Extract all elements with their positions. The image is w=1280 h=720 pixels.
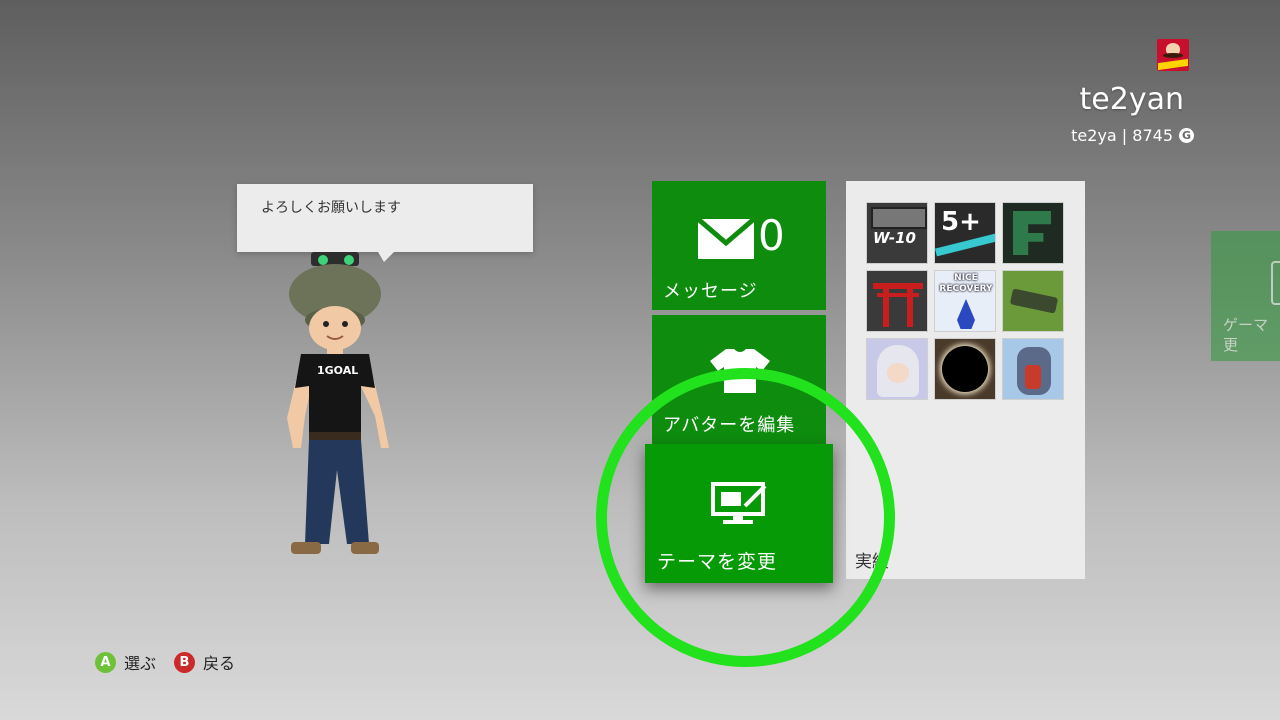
gamerscore-text: te2ya | 8745 bbox=[1071, 126, 1173, 145]
torii-badge[interactable] bbox=[866, 270, 928, 332]
status-message: よろしくお願いします bbox=[261, 200, 401, 216]
achievements-grid: W-10 5+ NICE RECOVERY bbox=[866, 202, 1064, 400]
gamer-profile-tile[interactable]: ゲーマ 更 bbox=[1211, 231, 1280, 361]
w-10-text: W-10 bbox=[873, 229, 916, 247]
envelope-icon bbox=[698, 219, 754, 259]
5-plus-badge[interactable]: 5+ bbox=[934, 202, 996, 264]
messages-tile[interactable]: メッセージ bbox=[652, 181, 826, 310]
5-plus-text: 5+ bbox=[941, 207, 981, 237]
profile-card-icon bbox=[1271, 261, 1280, 305]
gamerscore-icon: G bbox=[1179, 128, 1194, 143]
side-label-line2: 更 bbox=[1223, 336, 1239, 354]
b-hint-label: 戻る bbox=[203, 654, 236, 673]
button-hints: A 選ぶ B 戻る bbox=[95, 650, 235, 674]
svg-text:1GOAL: 1GOAL bbox=[317, 364, 358, 377]
b-button-icon: B bbox=[174, 651, 196, 673]
f-badge[interactable] bbox=[1002, 202, 1064, 264]
nice-recovery-badge[interactable]: NICE RECOVERY bbox=[934, 270, 996, 332]
a-hint-label: 選ぶ bbox=[124, 654, 157, 673]
gamerpic-brand-icon bbox=[1158, 58, 1188, 71]
messages-label: メッセージ bbox=[663, 281, 758, 302]
eclipse-badge[interactable] bbox=[934, 338, 996, 400]
gamer-profile-label: ゲーマ 更 bbox=[1223, 315, 1268, 355]
nice-recovery-text: NICE RECOVERY bbox=[939, 273, 993, 294]
gamerpic-mustache-icon bbox=[1163, 53, 1183, 58]
mecha-girl-badge[interactable] bbox=[1002, 338, 1064, 400]
highlight-ring bbox=[596, 368, 895, 667]
gamertag: te2yan bbox=[1079, 82, 1184, 117]
w-10-badge[interactable]: W-10 bbox=[866, 202, 928, 264]
a-button-icon: A bbox=[95, 651, 116, 673]
profile-subline: te2ya | 8745 G bbox=[1071, 126, 1194, 145]
message-count: 0 bbox=[758, 211, 785, 260]
gamerpic bbox=[1157, 39, 1189, 71]
tank-badge[interactable] bbox=[1002, 270, 1064, 332]
side-label-line1: ゲーマ bbox=[1223, 316, 1269, 334]
status-bubble: よろしくお願いします bbox=[237, 184, 533, 252]
anime-girl-badge[interactable] bbox=[866, 338, 928, 400]
avatar: 1GOAL bbox=[287, 252, 389, 554]
